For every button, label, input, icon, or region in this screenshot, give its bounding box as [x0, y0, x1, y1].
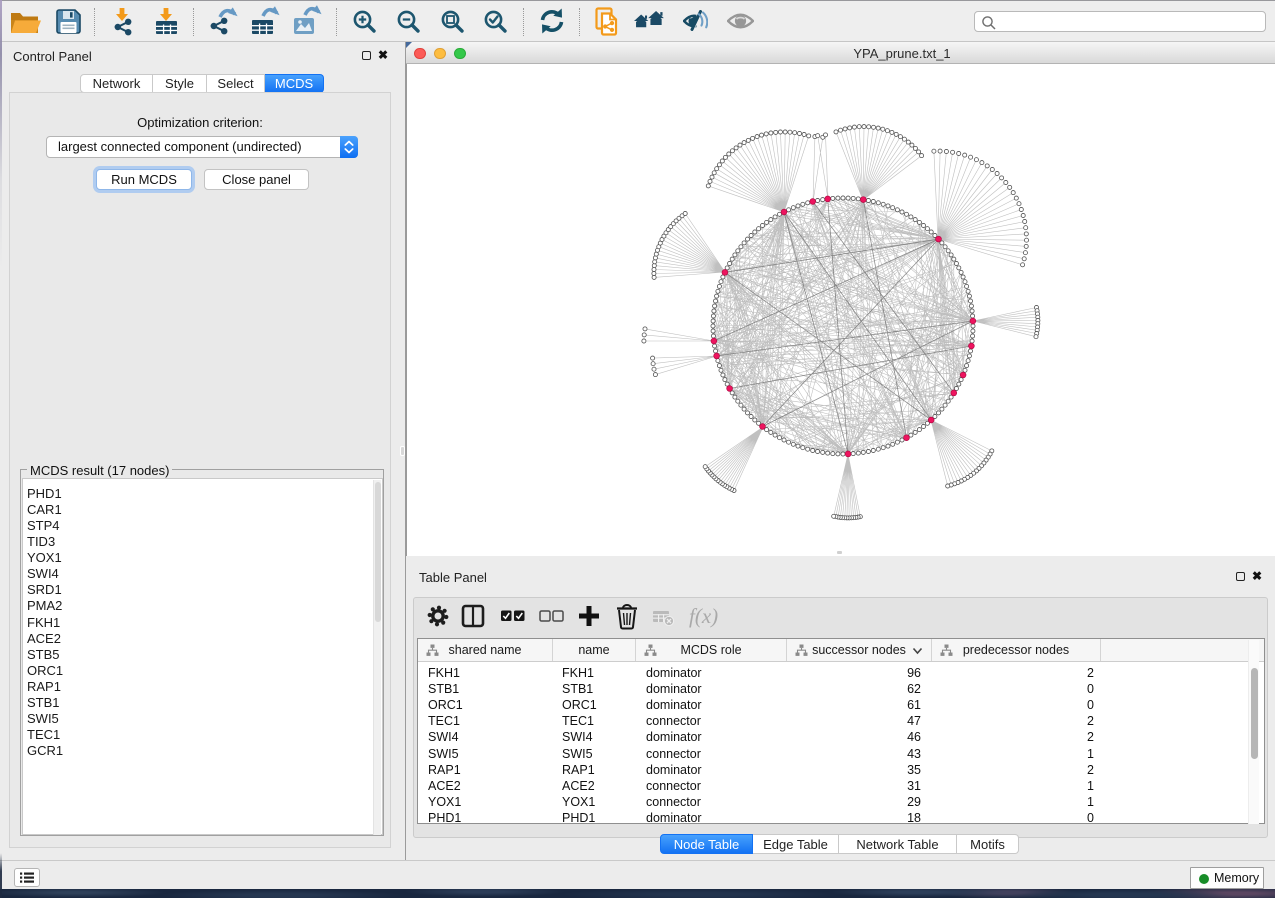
svg-text:f(x): f(x) [689, 604, 718, 628]
